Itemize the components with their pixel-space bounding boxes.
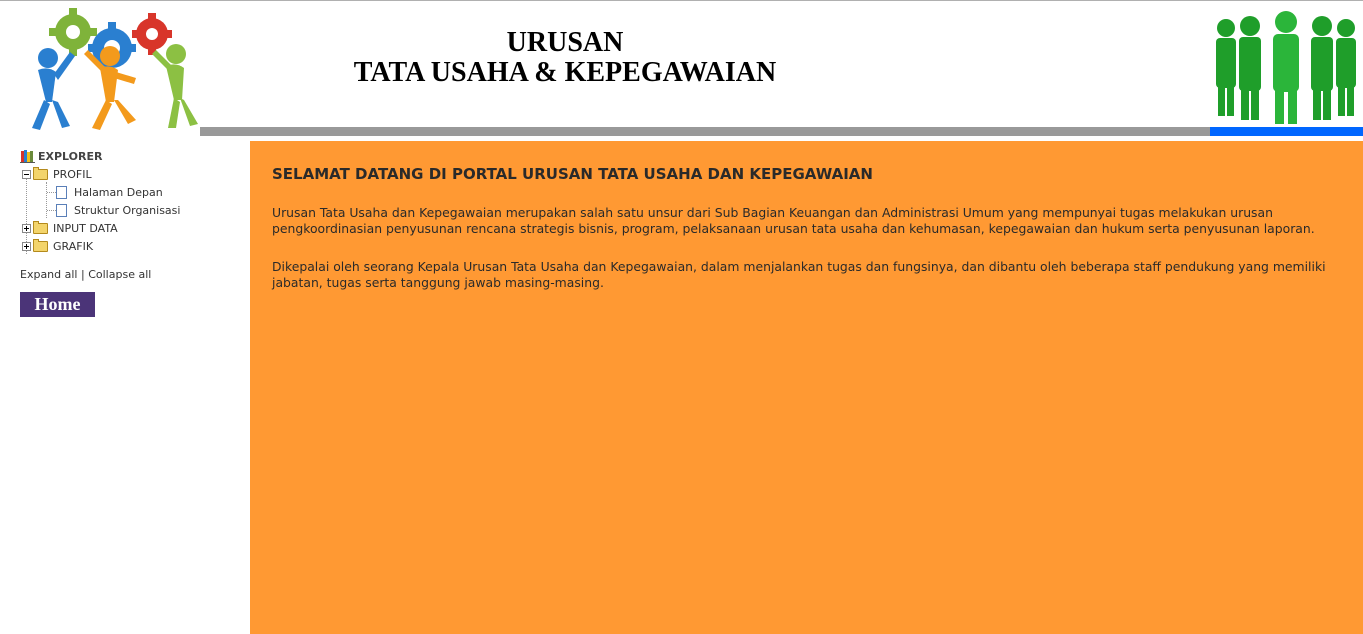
plus-icon[interactable] xyxy=(22,223,31,233)
tree-root[interactable]: EXPLORER xyxy=(20,148,102,164)
green-person xyxy=(152,44,198,128)
intro-paragraph: Urusan Tata Usaha dan Kepegawaian merupa… xyxy=(272,205,1315,236)
gears-people-logo xyxy=(32,8,198,130)
folder-icon xyxy=(33,166,48,180)
red-gear xyxy=(132,13,172,55)
tree-root-label: EXPLORER xyxy=(38,149,103,163)
tree-item-halaman-depan[interactable]: Halaman Depan xyxy=(56,184,163,200)
tree-item-label: PROFIL xyxy=(53,167,92,181)
tree-item-label: INPUT DATA xyxy=(53,221,118,235)
tree-item-label: GRAFIK xyxy=(53,239,94,253)
minus-icon[interactable] xyxy=(22,169,31,179)
page-icon xyxy=(56,203,67,217)
collapse-all-link[interactable]: Collapse all xyxy=(88,268,151,281)
main-content: SELAMAT DATANG DI PORTAL URUSAN TATA USA… xyxy=(250,141,1363,634)
folder-icon xyxy=(33,238,48,252)
tree-line xyxy=(47,192,56,193)
sidebar: EXPLORER PROFIL Halaman Depan Struktur O… xyxy=(0,140,250,634)
tree-item-grafik[interactable]: GRAFIK xyxy=(22,238,93,254)
welcome-heading: SELAMAT DATANG DI PORTAL URUSAN TATA USA… xyxy=(272,165,873,183)
tree-item-input-data[interactable]: INPUT DATA xyxy=(22,220,118,236)
tree-item-label: Struktur Organisasi xyxy=(74,203,181,217)
header-blue-bar xyxy=(1210,127,1363,136)
blue-person xyxy=(32,48,75,130)
plus-icon[interactable] xyxy=(22,241,31,251)
top-border xyxy=(0,0,1363,1)
page-icon xyxy=(56,185,67,199)
leadership-paragraph: Dikepalai oleh seorang Kepala Urusan Tat… xyxy=(272,259,1326,290)
book-icon xyxy=(20,150,35,163)
title-line-2: TATA USAHA & KEPEGAWAIAN xyxy=(353,57,777,88)
tree-item-label: Halaman Depan xyxy=(74,185,163,199)
folder-icon xyxy=(33,220,48,234)
page-title: URUSAN TATA USAHA & KEPEGAWAIAN xyxy=(300,28,830,88)
expand-all-link[interactable]: Expand all xyxy=(20,268,78,281)
header-gray-bar xyxy=(200,127,1210,136)
green-people-logo xyxy=(1216,11,1356,124)
expand-collapse-links: Expand all | Collapse all xyxy=(20,268,151,281)
tree-line xyxy=(47,210,56,211)
title-line-1: URUSAN xyxy=(506,27,624,58)
tree-item-struktur-organisasi[interactable]: Struktur Organisasi xyxy=(56,202,180,218)
tree-line xyxy=(46,182,47,218)
home-button[interactable]: Home xyxy=(20,292,95,317)
tree-item-profil[interactable]: PROFIL xyxy=(22,166,92,182)
link-separator: | xyxy=(81,268,85,281)
